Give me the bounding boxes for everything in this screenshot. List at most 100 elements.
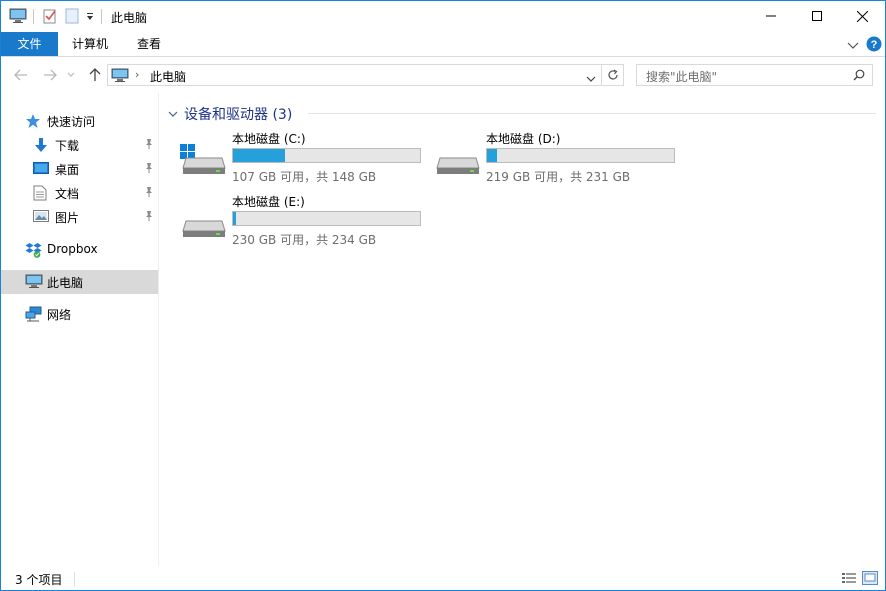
drive-name: 本地磁盘 (E:) [232, 195, 305, 209]
chevron-down-icon [168, 111, 178, 117]
tab-computer[interactable]: 计算机 [64, 32, 116, 56]
quick-access-separator [33, 9, 34, 24]
status-separator [74, 572, 75, 586]
customize-quick-access-icon[interactable] [85, 11, 95, 25]
chevron-down-icon [847, 42, 859, 49]
help-icon: ? [866, 36, 882, 52]
back-button[interactable] [12, 66, 30, 84]
window-title: 此电脑 [111, 11, 148, 25]
tab-file[interactable]: 文件 [1, 32, 58, 56]
details-view-button[interactable] [841, 571, 857, 585]
arrow-up-icon [89, 68, 101, 81]
sidebar-item-desktop[interactable]: 桌面 [1, 157, 158, 181]
title-bar: 此电脑 [1, 1, 885, 32]
group-divider [308, 113, 876, 114]
system-drive-icon [180, 144, 226, 179]
search-input[interactable]: 搜索"此电脑" [636, 64, 873, 86]
document-icon [33, 185, 50, 201]
help-button[interactable]: ? [866, 36, 882, 55]
svg-text:?: ? [871, 39, 878, 51]
forward-button[interactable] [41, 66, 59, 84]
group-header-devices[interactable]: 设备和驱动器 (3) [168, 104, 292, 124]
large-icons-view-icon [862, 571, 878, 585]
tab-view[interactable]: 查看 [128, 32, 170, 56]
drive-c[interactable]: 本地磁盘 (C:) 107 GB 可用，共 148 GB [180, 130, 430, 186]
network-icon [25, 306, 42, 322]
star-icon [25, 113, 42, 129]
chevron-down-icon [586, 76, 596, 82]
sidebar-item-label: 下载 [55, 139, 80, 153]
arrow-left-icon [14, 69, 27, 81]
sidebar-item-label: Dropbox [47, 242, 98, 256]
content-pane: 设备和驱动器 (3) 本地磁盘 (C:) 107 GB 可用，共 148 GB [160, 93, 885, 567]
drive-e[interactable]: 本地磁盘 (E:) 230 GB 可用，共 234 GB [180, 193, 430, 249]
sidebar-item-label: 桌面 [55, 163, 80, 177]
minimize-icon [766, 15, 776, 17]
refresh-button[interactable] [602, 64, 624, 86]
drive-usage-bar [486, 148, 675, 163]
sidebar-item-label: 网络 [47, 308, 72, 322]
pin-icon[interactable] [144, 210, 154, 225]
close-button[interactable] [839, 1, 885, 31]
desktop-icon [33, 161, 50, 177]
arrow-right-icon [44, 69, 57, 81]
refresh-icon [607, 69, 618, 80]
address-bar[interactable]: › 此电脑 [107, 64, 602, 86]
sidebar-item-quick-access[interactable]: 快速访问 [1, 109, 158, 133]
title-separator [101, 9, 102, 24]
sidebar-item-label: 图片 [55, 211, 80, 225]
drive-free-space: 219 GB 可用，共 231 GB [486, 170, 631, 184]
status-bar: 3 个项目 [1, 567, 885, 590]
new-folder-icon[interactable] [65, 8, 79, 27]
drive-usage-fill [233, 212, 237, 225]
details-view-icon [842, 573, 856, 583]
sidebar-item-pictures[interactable]: 图片 [1, 205, 158, 229]
computer-icon [25, 274, 43, 290]
drive-usage-fill [487, 149, 497, 162]
ribbon-tabs: 文件 计算机 查看 ? [1, 32, 885, 57]
drive-usage-bar [232, 148, 421, 163]
dropbox-icon [25, 242, 42, 258]
drive-name: 本地磁盘 (D:) [486, 132, 561, 146]
picture-icon [33, 209, 50, 225]
breadcrumb-chevron-icon[interactable]: › [135, 68, 139, 81]
search-icon[interactable] [853, 69, 865, 84]
explorer-window: 此电脑 文件 计算机 查看 ? › 此电脑 搜索"此电脑" 快速访问 下载 桌面… [0, 0, 886, 591]
large-icons-view-button[interactable] [862, 571, 878, 585]
maximize-icon [812, 11, 822, 21]
navigation-pane: 快速访问 下载 桌面 文档 图片 Dropbox 此电脑 网络 [1, 93, 159, 567]
drive-free-space: 230 GB 可用，共 234 GB [232, 233, 377, 247]
item-count: 3 个项目 [15, 573, 63, 587]
properties-icon[interactable] [42, 8, 58, 27]
computer-icon [111, 68, 129, 86]
computer-icon[interactable] [9, 8, 27, 27]
minimize-button[interactable] [748, 1, 794, 31]
sidebar-item-label: 此电脑 [47, 276, 84, 290]
pin-icon[interactable] [144, 162, 154, 177]
close-icon [856, 10, 868, 22]
drive-usage-bar [232, 211, 421, 226]
drive-name: 本地磁盘 (C:) [232, 132, 306, 146]
chevron-down-icon [67, 72, 75, 77]
address-row: › 此电脑 搜索"此电脑" [1, 58, 885, 92]
group-title: 设备和驱动器 (3) [184, 107, 293, 123]
sidebar-item-documents[interactable]: 文档 [1, 181, 158, 205]
pin-icon[interactable] [144, 138, 154, 153]
expand-ribbon-button[interactable] [847, 39, 859, 53]
sidebar-item-this-pc[interactable]: 此电脑 [1, 270, 158, 294]
search-placeholder: 搜索"此电脑" [646, 70, 718, 84]
breadcrumb-this-pc[interactable]: 此电脑 [150, 68, 186, 85]
maximize-button[interactable] [794, 1, 840, 31]
drive-usage-fill [233, 149, 285, 162]
download-arrow-icon [33, 137, 50, 153]
sidebar-item-dropbox[interactable]: Dropbox [1, 238, 158, 262]
drive-d[interactable]: 本地磁盘 (D:) 219 GB 可用，共 231 GB [434, 130, 684, 186]
up-button[interactable] [86, 66, 104, 84]
sidebar-item-downloads[interactable]: 下载 [1, 133, 158, 157]
drive-free-space: 107 GB 可用，共 148 GB [232, 170, 377, 184]
sidebar-item-network[interactable]: 网络 [1, 302, 158, 326]
recent-locations-button[interactable] [65, 66, 77, 84]
pin-icon[interactable] [144, 186, 154, 201]
drive-icon [434, 144, 480, 179]
address-history-button[interactable] [586, 72, 596, 86]
